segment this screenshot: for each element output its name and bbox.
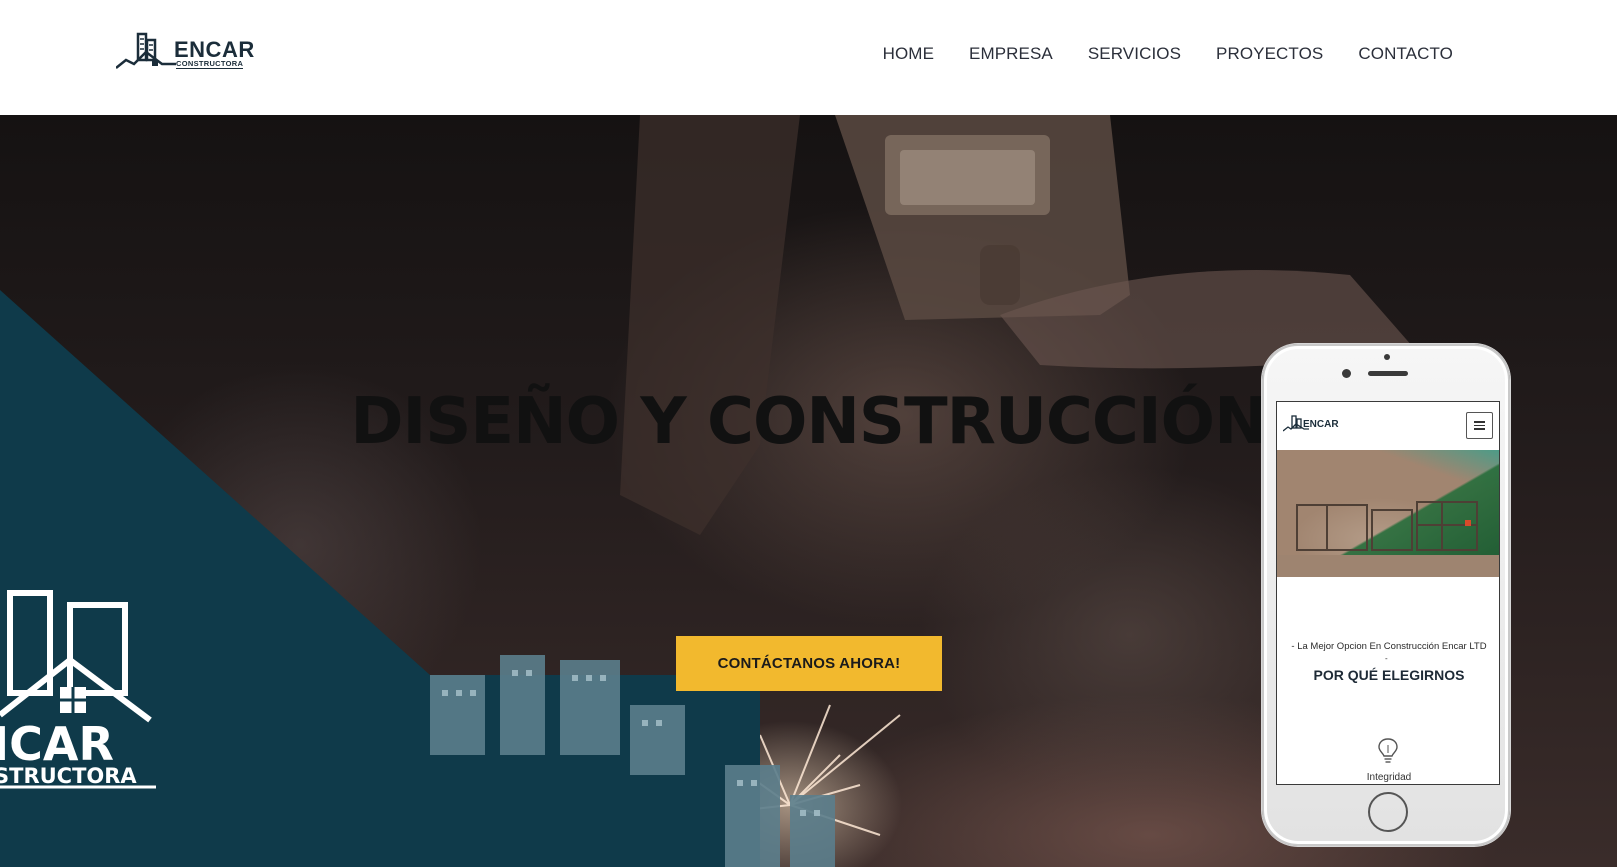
mobile-tagline: - La Mejor Opcion En Construcción Encar … [1291, 641, 1487, 652]
contact-now-button[interactable]: CONTÁCTANOS AHORA! [676, 636, 942, 691]
nav-item-proyectos[interactable]: PROYECTOS [1216, 44, 1323, 64]
phone-home-button[interactable] [1368, 792, 1408, 832]
phone-mockup: ENCAR - La Mejor Opcion En Construcción … [1262, 344, 1510, 846]
nav-item-home[interactable]: HOME [883, 44, 934, 64]
mobile-logo-wordmark: ENCAR [1303, 419, 1339, 430]
mobile-tagline-dash: - [1385, 654, 1388, 663]
mobile-menu-button[interactable] [1466, 412, 1493, 439]
lightbulb-icon [1378, 738, 1398, 763]
hero-section: ICAR STRUCTORA DISEÑO Y CONSTRUCCIÓN CON… [0, 115, 1617, 867]
phone-speaker [1368, 371, 1408, 376]
mobile-section-heading: POR QUÉ ELEGIRNOS [1313, 667, 1465, 683]
phone-screen: ENCAR - La Mejor Opcion En Construcción … [1276, 401, 1500, 785]
hamburger-icon [1474, 421, 1485, 423]
logo-buildings-icon [116, 32, 176, 69]
nav-item-empresa[interactable]: EMPRESA [969, 44, 1053, 64]
logo-subtitle: CONSTRUCTORA [176, 59, 244, 69]
main-nav: HOME EMPRESA SERVICIOS PROYECTOS CONTACT… [883, 44, 1453, 64]
mobile-hero-image [1277, 450, 1499, 577]
site-logo[interactable]: ENCAR CONSTRUCTORA [116, 30, 256, 74]
construction-site-image [1277, 501, 1499, 577]
logo-wordmark: ENCAR [174, 37, 255, 62]
phone-camera [1342, 369, 1351, 378]
hero-watermark-name: ICAR [0, 717, 114, 771]
hamburger-icon [1474, 428, 1485, 430]
nav-item-contacto[interactable]: CONTACTO [1358, 44, 1453, 64]
nav-item-servicios[interactable]: SERVICIOS [1088, 44, 1181, 64]
site-header: ENCAR CONSTRUCTORA HOME EMPRESA SERVICIO… [0, 0, 1617, 115]
mobile-feature-label: Integridad [1366, 772, 1412, 783]
hero-watermark-subtitle: STRUCTORA [0, 764, 137, 788]
hamburger-icon [1474, 424, 1485, 427]
mobile-header: ENCAR [1277, 402, 1499, 450]
phone-sensor [1384, 354, 1390, 360]
